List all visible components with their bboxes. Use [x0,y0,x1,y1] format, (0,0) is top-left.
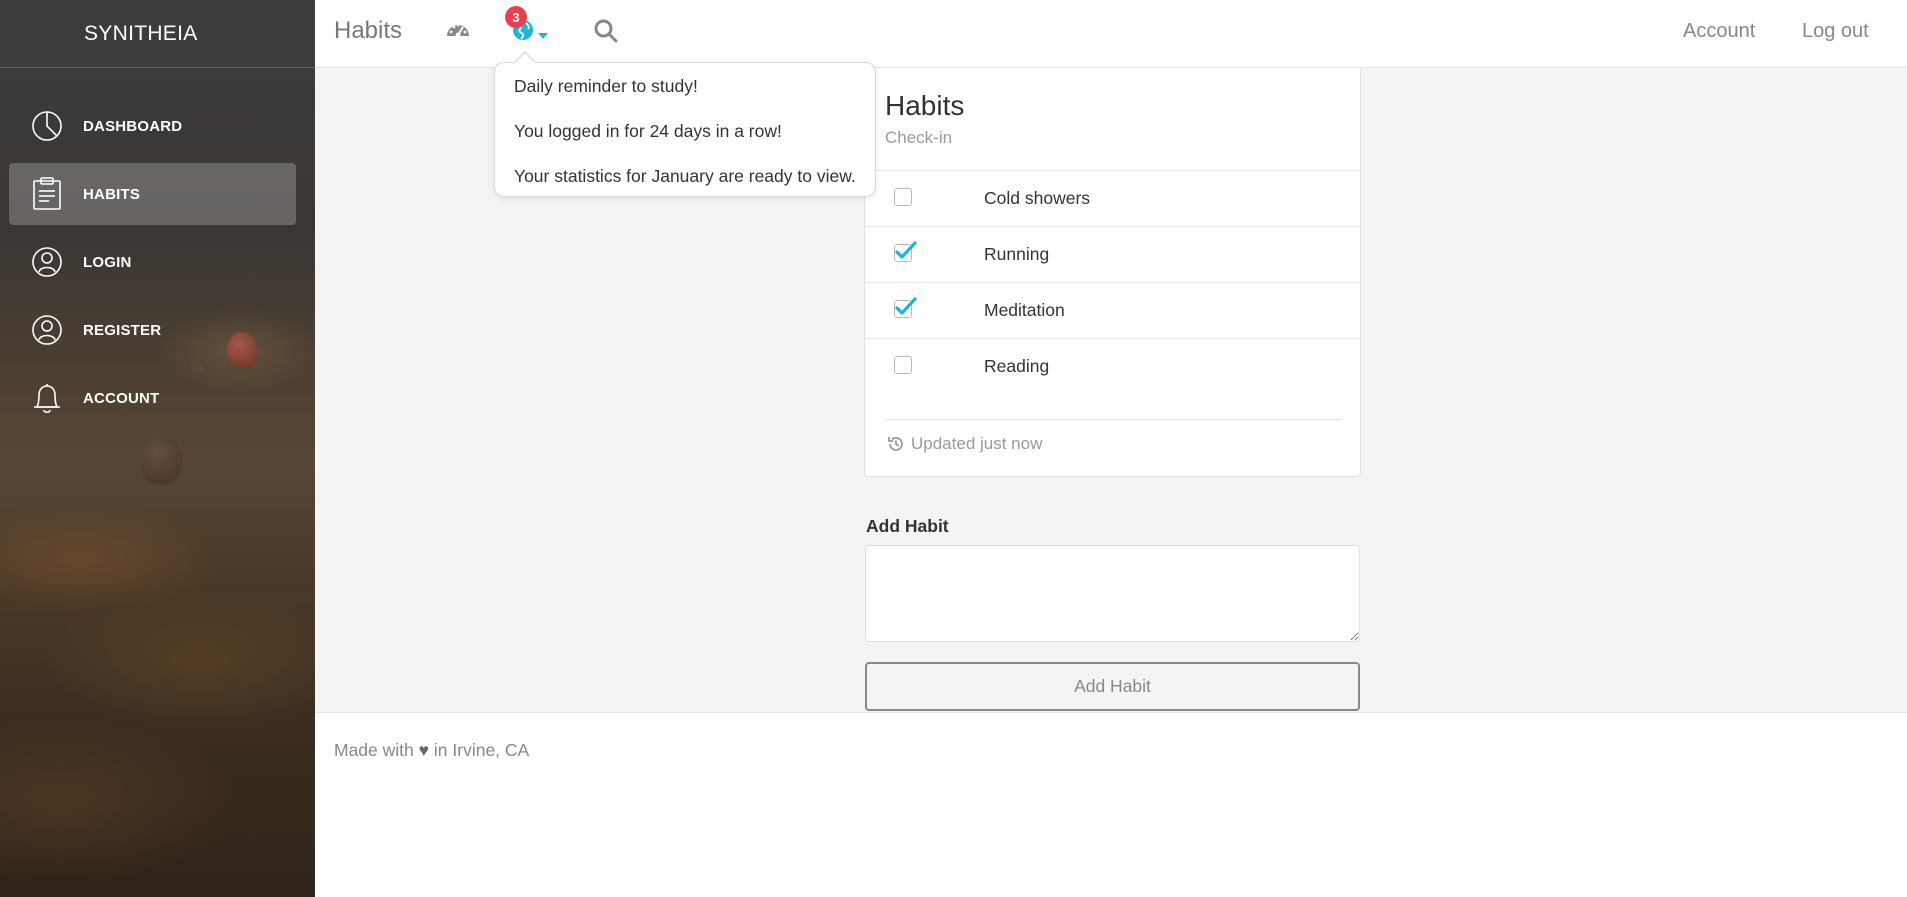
sidebar-item-habits[interactable]: HABITS [9,163,296,225]
updated-status: Updated just now [911,434,1043,453]
page-title: Habits [334,17,403,44]
page-footer: Made with ♥ in Irvine, CA [315,712,1907,897]
habit-name: Cold showers [984,188,1091,208]
notification-item[interactable]: You logged in for 24 days in a row! [514,121,782,142]
sidebar-item-label: HABITS [83,185,141,203]
user-icon [30,245,64,279]
footer-suffix: in Irvine, CA [433,740,530,760]
habits-card: Habits Check-in Cold showers Running Med… [864,68,1361,477]
card-footer: Updated just now [887,434,1042,454]
checkmark-icon [895,297,917,315]
sidebar-item-account[interactable]: ACCOUNT [9,367,296,429]
logout-link[interactable]: Log out [1802,20,1869,43]
sidebar-item-login[interactable]: LOGIN [9,231,296,293]
habit-row[interactable]: Running [865,226,1360,282]
add-habit-button[interactable]: Add Habit [865,662,1360,711]
footer-prefix: Made with [334,740,414,760]
habit-row[interactable]: Meditation [865,282,1360,338]
habit-checkbox[interactable] [894,188,912,206]
dropdown-arrow [514,53,536,64]
account-link[interactable]: Account [1683,20,1755,43]
card-subtitle: Check-in [885,128,953,147]
search-icon[interactable] [593,18,623,48]
habit-checkbox[interactable] [894,356,912,374]
heart-icon: ♥ [418,740,430,760]
pie-chart-icon [30,109,64,143]
dashboard-gauge-icon[interactable] [445,18,475,48]
footer-credit: Made with ♥ in Irvine, CA [334,740,529,761]
habit-row[interactable]: Cold showers [865,170,1360,226]
habit-name: Reading [984,356,1050,376]
add-habit-label: Add Habit [866,516,949,536]
add-habit-textarea[interactable] [865,545,1360,642]
sidebar-item-register[interactable]: REGISTER [9,299,296,361]
habit-checkbox[interactable] [894,297,917,318]
balloon-decoration [140,435,182,485]
habit-checkbox[interactable] [894,241,917,262]
card-divider [885,419,1342,420]
sidebar-item-label: ACCOUNT [83,389,160,407]
notification-item[interactable]: Your statistics for January are ready to… [514,166,856,187]
habit-row[interactable]: Reading [865,338,1360,394]
sidebar-item-dashboard[interactable]: DASHBOARD [9,95,296,157]
history-icon [888,437,903,451]
sidebar-nav: DASHBOARD HABITS LOGIN REGISTER ACCOUNT [0,95,315,429]
clipboard-icon [30,177,64,211]
habit-name: Meditation [984,300,1065,320]
notifications-dropdown: Daily reminder to study! You logged in f… [494,51,876,197]
brand-logo[interactable]: SYNITHEIA [0,0,315,68]
sidebar-item-label: DASHBOARD [83,117,183,135]
checkmark-icon [895,241,917,259]
bell-icon [30,381,64,415]
sidebar-item-label: REGISTER [83,321,162,339]
sidebar-item-label: LOGIN [83,253,132,271]
notification-item[interactable]: Daily reminder to study! [514,76,698,97]
top-navbar: Habits 3 Account Log out [315,0,1907,68]
sidebar: SYNITHEIA DASHBOARD HABITS LOGIN REGISTE… [0,0,315,897]
card-title: Habits [885,90,965,121]
notification-count-badge: 3 [505,6,527,28]
user-icon [30,313,64,347]
habit-name: Running [984,244,1050,264]
caret-down-icon[interactable] [538,26,550,39]
